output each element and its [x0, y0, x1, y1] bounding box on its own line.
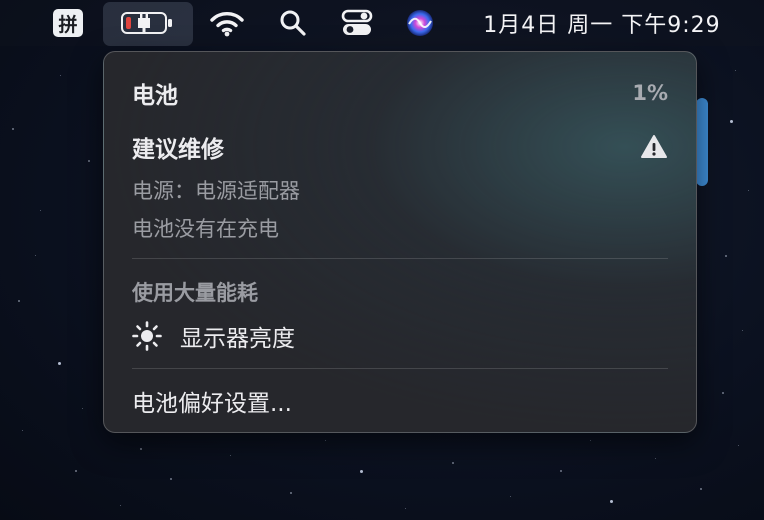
- energy-item-label: 显示器亮度: [180, 326, 295, 352]
- battery-preferences-item[interactable]: 电池偏好设置...: [132, 386, 668, 417]
- battery-low-charging-icon: [118, 0, 178, 46]
- battery-percentage: 1%: [632, 81, 668, 105]
- divider: [132, 368, 668, 369]
- power-source-row: 电源：电源适配器: [132, 176, 668, 204]
- wifi-icon[interactable]: [208, 0, 246, 46]
- significant-energy-label: 使用大量能耗: [132, 281, 258, 305]
- warning-icon: [641, 135, 667, 158]
- battery-menu: 电池 1% 建议维修 电源：电源适配器 电池没有在充电 使用大量能耗 显示器亮度…: [103, 51, 697, 433]
- siri-icon[interactable]: [402, 0, 438, 46]
- menu-bar: 拼 1月4日 周一 下午9:29: [0, 0, 764, 46]
- input-method-label: 拼: [53, 9, 83, 37]
- search-icon[interactable]: [276, 0, 310, 46]
- divider: [132, 258, 668, 259]
- energy-item-display-brightness[interactable]: 显示器亮度: [132, 320, 668, 352]
- control-center-icon[interactable]: [338, 0, 376, 46]
- background-window-scroll-indicator: [696, 98, 708, 186]
- menubar-clock[interactable]: 1月4日 周一 下午9:29: [466, 0, 738, 46]
- power-source: 电源：电源适配器: [132, 179, 300, 203]
- battery-preferences-label: 电池偏好设置...: [132, 391, 292, 417]
- significant-energy-section: 使用大量能耗: [132, 278, 668, 306]
- sun-icon: [132, 321, 162, 351]
- battery-condition: 建议维修: [132, 137, 224, 163]
- battery-condition-row[interactable]: 建议维修: [132, 132, 668, 163]
- input-method-menu[interactable]: 拼: [52, 0, 84, 46]
- battery-menu-title: 电池: [132, 83, 178, 109]
- charging-status-row: 电池没有在充电: [132, 214, 668, 242]
- battery-header: 电池 1%: [132, 78, 668, 109]
- charging-status: 电池没有在充电: [132, 217, 279, 241]
